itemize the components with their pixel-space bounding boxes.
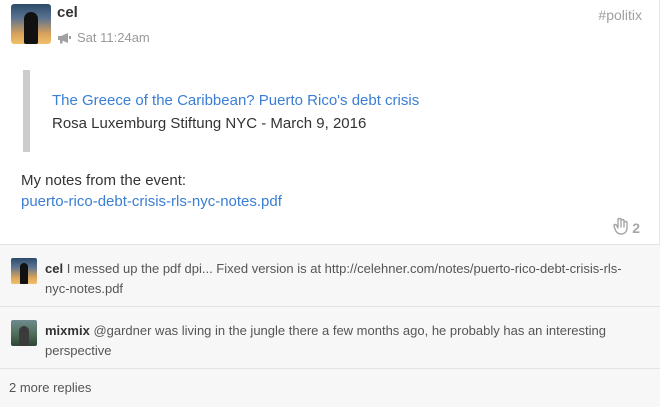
post-author[interactable]: cel [57, 4, 78, 21]
comment-author[interactable]: mixmix [45, 323, 90, 338]
megaphone-icon [57, 32, 73, 44]
notes-intro-text: My notes from the event: [21, 172, 187, 189]
quote-subtitle: Rosa Luxemburg Stiftung NYC - March 9, 2… [52, 115, 367, 132]
post-meta: Sat 11:24am [57, 30, 150, 45]
comment-body: mixmix @gardner was living in the jungle… [45, 321, 645, 361]
comment-text: I messed up the pdf dpi... Fixed version… [45, 261, 622, 296]
more-replies-link[interactable]: 2 more replies [0, 369, 660, 407]
comment-author[interactable]: cel [45, 261, 63, 276]
blockquote: The Greece of the Caribbean? Puerto Rico… [23, 70, 523, 152]
author-avatar[interactable] [11, 4, 51, 44]
notes-pdf-link[interactable]: puerto-rico-debt-crisis-rls-nyc-notes.pd… [21, 193, 282, 210]
comment-body: cel I messed up the pdf dpi... Fixed ver… [45, 259, 645, 299]
hand-icon [613, 217, 629, 238]
quote-title-link[interactable]: The Greece of the Caribbean? Puerto Rico… [52, 92, 419, 109]
comment-item: mixmix @gardner was living in the jungle… [0, 307, 660, 369]
post-card: cel Sat 11:24am #politix The Greece of t… [0, 0, 660, 407]
like-count: 2 [632, 219, 640, 236]
comment-avatar[interactable] [11, 258, 37, 284]
comment-item: cel I messed up the pdf dpi... Fixed ver… [0, 245, 660, 307]
comment-avatar[interactable] [11, 320, 37, 346]
post-time[interactable]: Sat 11:24am [77, 30, 150, 45]
comment-text: @gardner was living in the jungle there … [45, 323, 606, 358]
channel-tag[interactable]: #politix [598, 7, 642, 23]
like-button[interactable]: 2 [613, 217, 640, 238]
comments-section: cel I messed up the pdf dpi... Fixed ver… [0, 244, 660, 407]
